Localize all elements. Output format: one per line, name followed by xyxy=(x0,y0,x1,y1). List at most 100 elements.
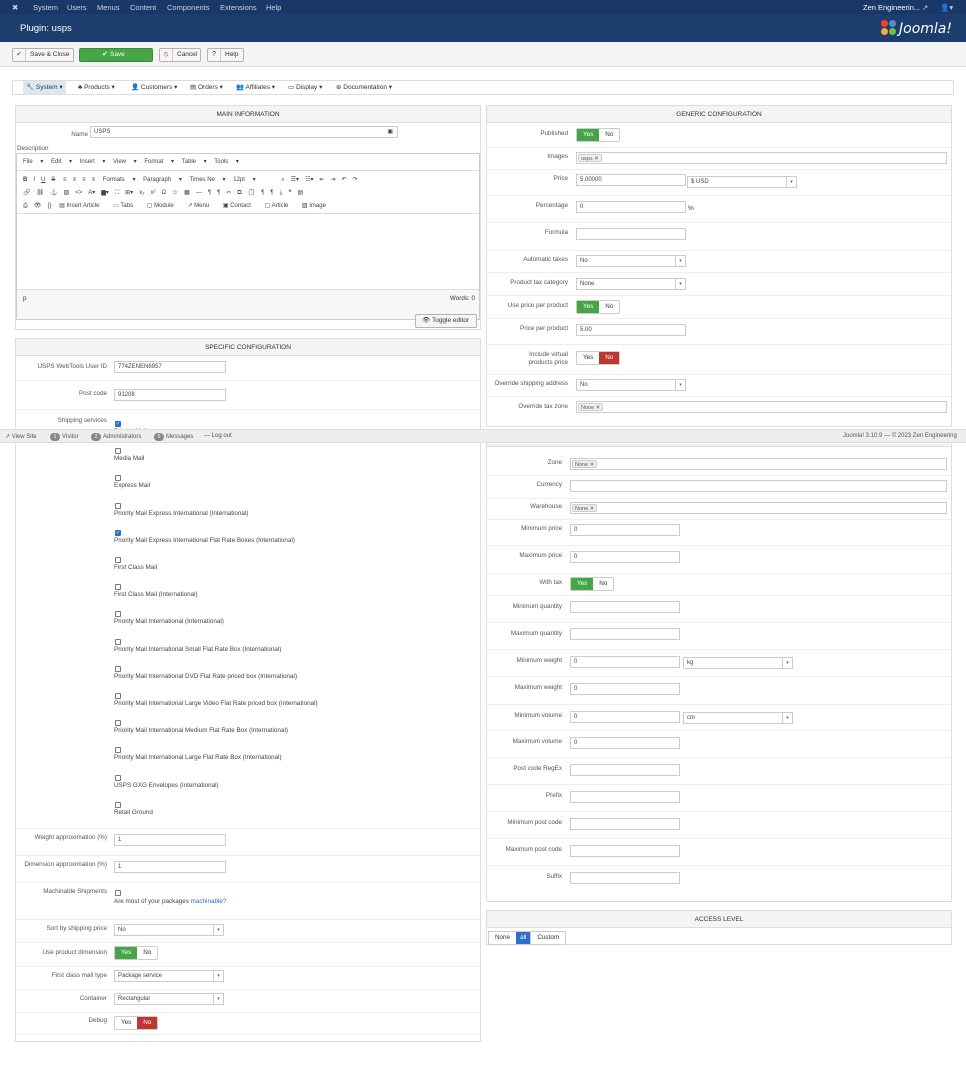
virtual-toggle[interactable]: Yes No xyxy=(576,351,621,365)
special-char-icon[interactable]: Ω xyxy=(162,190,167,196)
editor-menu-view[interactable]: View ▾ xyxy=(113,159,137,165)
service-checkbox[interactable] xyxy=(115,611,121,618)
media-icon[interactable]: ▦ xyxy=(184,190,190,196)
percentage-input[interactable]: 0 xyxy=(576,201,686,213)
min-weight-input[interactable]: 0 xyxy=(570,656,680,668)
tab-customers[interactable]: 👤 Customers ▾ xyxy=(128,81,180,94)
machinable-link[interactable]: machinable? xyxy=(191,898,227,905)
yes-option[interactable]: Yes xyxy=(115,947,138,959)
currency-select[interactable]: $ USD ▾ xyxy=(687,176,797,188)
zone-field[interactable]: None ✕ xyxy=(570,458,947,470)
min-price-input[interactable]: 0 xyxy=(570,524,680,536)
numbered-list-icon[interactable]: ☷▾ xyxy=(305,177,313,183)
bold-icon[interactable]: B xyxy=(23,177,27,183)
visitors-count[interactable]: 1 Visitor xyxy=(50,433,79,441)
editor-content-area[interactable] xyxy=(17,213,479,289)
image-button[interactable]: ▨ Image xyxy=(302,203,332,209)
menu-help[interactable]: Help xyxy=(266,3,281,12)
menu-extensions[interactable]: Extensions xyxy=(220,3,257,12)
text-color-icon[interactable]: A▾ xyxy=(88,190,95,196)
no-option[interactable]: No xyxy=(593,578,613,590)
published-toggle[interactable]: Yes No xyxy=(576,128,621,142)
align-right-icon[interactable]: ≡ xyxy=(82,177,86,183)
yes-option[interactable]: Yes xyxy=(115,1017,137,1029)
service-checkbox[interactable] xyxy=(115,557,121,563)
view-site-link[interactable]: ↗ View Site xyxy=(5,433,37,440)
max-weight-input[interactable]: 0 xyxy=(570,683,680,695)
align-center-icon[interactable]: ≡ xyxy=(73,177,77,183)
tab-affiliates[interactable]: 👥 Affiliates ▾ xyxy=(233,81,278,94)
underline-icon[interactable]: U xyxy=(41,177,45,183)
image-icon[interactable]: ▨ xyxy=(64,190,70,196)
debug-toggle[interactable]: Yes No xyxy=(114,1016,159,1030)
module-button[interactable]: ▢ Module xyxy=(147,203,180,209)
code-icon[interactable]: <> xyxy=(75,190,82,196)
menu-menus[interactable]: Menus xyxy=(97,3,120,12)
undo-icon[interactable]: ↶ xyxy=(342,177,347,183)
joomla-small-icon[interactable]: ✖ xyxy=(12,3,18,12)
anchor-icon[interactable]: ⚓ xyxy=(50,190,57,196)
service-checkbox[interactable] xyxy=(115,693,121,699)
service-checkbox[interactable]: ✓ xyxy=(115,529,121,536)
menu-users[interactable]: Users xyxy=(67,3,87,12)
emoticon-icon[interactable]: ☺ xyxy=(172,190,178,196)
strike-icon[interactable]: S xyxy=(51,177,55,183)
indent-icon[interactable]: ⇥ xyxy=(330,177,335,183)
machinable-checkbox[interactable] xyxy=(115,890,121,896)
messages-count[interactable]: 0 Messages xyxy=(154,433,193,441)
tab-orders[interactable]: ▤ Orders ▾ xyxy=(187,81,226,94)
no-option[interactable]: No xyxy=(599,352,620,364)
with-tax-toggle[interactable]: Yes No xyxy=(570,577,615,591)
yes-option[interactable]: Yes xyxy=(577,352,599,364)
logout-link[interactable]: — Log out xyxy=(204,433,232,439)
rtl-icon[interactable]: ¶ xyxy=(217,190,220,196)
formula-input[interactable] xyxy=(576,228,686,240)
visual-chars-icon[interactable]: ¶ xyxy=(270,190,273,196)
outdent-icon[interactable]: ⇤ xyxy=(319,177,324,183)
italic-icon[interactable]: I xyxy=(33,177,35,183)
service-checkbox[interactable] xyxy=(115,747,121,754)
help-button[interactable]: ? Help xyxy=(207,48,244,62)
service-checkbox[interactable] xyxy=(115,475,121,482)
suffix-input[interactable] xyxy=(570,872,680,884)
tab-display[interactable]: ▭ Display ▾ xyxy=(285,81,325,94)
preview-icon[interactable]: 👁 xyxy=(34,203,42,209)
formats-select[interactable]: Formats ▾ xyxy=(103,177,136,183)
font-size-select[interactable]: 12pt ▾ xyxy=(233,177,255,183)
editor-menu-table[interactable]: Table ▾ xyxy=(182,159,207,165)
yes-option[interactable]: Yes xyxy=(577,301,600,313)
find-icon[interactable]: ⌕ xyxy=(281,177,284,183)
service-checkbox[interactable] xyxy=(115,584,121,591)
toggle-editor-button[interactable]: 👁 Toggle editor xyxy=(415,314,477,328)
unlink-icon[interactable]: ⛓ xyxy=(36,190,44,196)
font-family-select[interactable]: Times Ne ▾ xyxy=(189,177,225,183)
use-dimension-toggle[interactable]: Yes No xyxy=(114,946,159,960)
min-volume-input[interactable]: 0 xyxy=(570,711,680,723)
ppp-input[interactable]: 5.00 xyxy=(576,324,686,336)
yes-option[interactable]: Yes xyxy=(577,129,600,141)
name-input[interactable]: USPS ▣ xyxy=(90,126,398,138)
paragraph-select[interactable]: Paragraph ▾ xyxy=(143,177,182,183)
access-level-selector[interactable]: None all Custom xyxy=(488,931,567,945)
editor-menu-format[interactable]: Format ▾ xyxy=(144,159,174,165)
dimension-approx-input[interactable]: 1 xyxy=(114,861,226,873)
max-postcode-input[interactable] xyxy=(570,845,680,857)
bg-color-icon[interactable]: ▆▾ xyxy=(101,190,109,196)
editor-menu-tools[interactable]: Tools ▾ xyxy=(214,159,239,165)
min-postcode-input[interactable] xyxy=(570,818,680,830)
use-ppp-toggle[interactable]: Yes No xyxy=(576,300,621,314)
sort-select[interactable]: No ▾ xyxy=(114,924,224,936)
service-checkbox[interactable] xyxy=(115,774,121,781)
link-icon[interactable]: 🔗 xyxy=(23,190,30,196)
user-site-link[interactable]: Zen Engineerin... xyxy=(863,3,920,12)
menu-content[interactable]: Content xyxy=(130,3,156,12)
paste-icon[interactable]: 📋 xyxy=(248,190,255,196)
menu-button[interactable]: ↗ Menu xyxy=(187,203,215,209)
yes-option[interactable]: Yes xyxy=(571,578,594,590)
postcode-input[interactable]: 91208 xyxy=(114,389,226,401)
price-input[interactable]: 5.00000 xyxy=(576,174,686,186)
tax-category-select[interactable]: None ▾ xyxy=(576,278,686,290)
show-blocks-icon[interactable]: ¶ xyxy=(261,190,264,196)
postcode-regex-input[interactable] xyxy=(570,764,680,776)
pagebreak-icon[interactable]: ⤓ xyxy=(280,190,283,196)
